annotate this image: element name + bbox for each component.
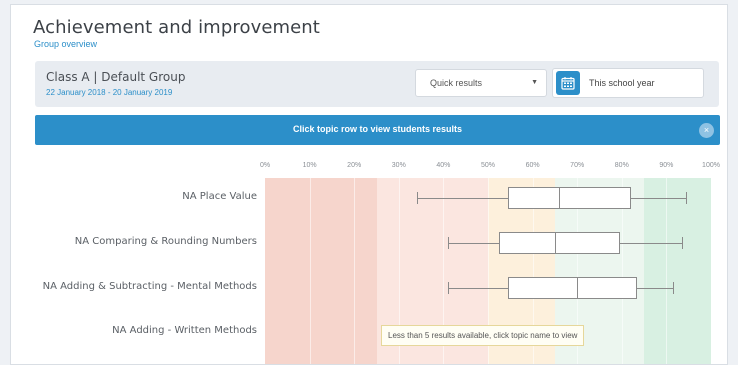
class-date-range: 22 January 2018 - 20 January 2019 (46, 88, 173, 97)
topic-name[interactable]: NA Adding & Subtracting - Mental Methods (31, 281, 257, 292)
calendar-button[interactable] (556, 71, 580, 95)
quick-results-value: Quick results (430, 78, 483, 88)
topic-name[interactable]: NA Adding - Written Methods (31, 325, 257, 336)
tooltip: Less than 5 results available, click top… (381, 325, 585, 346)
x-tick-label: 40% (436, 162, 451, 169)
x-tick-label: 60% (525, 162, 540, 169)
page-title: Achievement and improvement (33, 17, 320, 38)
x-tick-label: 50% (480, 162, 496, 169)
info-banner: Click topic row to view students results… (35, 115, 720, 145)
date-range-picker[interactable]: This school year (552, 68, 704, 98)
close-icon[interactable]: × (699, 123, 714, 138)
topic-name[interactable]: NA Place Value (31, 191, 257, 202)
x-tick-label: 70% (570, 162, 585, 169)
x-tick-label: 80% (614, 162, 629, 169)
x-tick-label: 20% (347, 162, 362, 169)
report-panel: Achievement and improvement Group overvi… (10, 4, 728, 365)
class-name: Class A | Default Group (46, 70, 186, 84)
calendar-icon (561, 77, 575, 90)
date-range-value: This school year (589, 78, 655, 88)
topic-name[interactable]: NA Comparing & Rounding Numbers (31, 236, 257, 247)
x-tick-label: 100% (702, 162, 720, 169)
x-tick-label: 0% (259, 162, 271, 169)
caret-down-icon: ▼ (531, 79, 538, 86)
quick-results-select[interactable]: Quick results ▼ (415, 69, 547, 97)
x-tick-label: 90% (659, 162, 674, 169)
banner-text: Click topic row to view students results (292, 124, 463, 134)
x-tick-label: 30% (391, 162, 406, 169)
class-bar: Class A | Default Group 22 January 2018 … (35, 61, 719, 107)
group-overview-link[interactable]: Group overview (34, 39, 97, 49)
x-tick-label: 10% (302, 162, 317, 169)
